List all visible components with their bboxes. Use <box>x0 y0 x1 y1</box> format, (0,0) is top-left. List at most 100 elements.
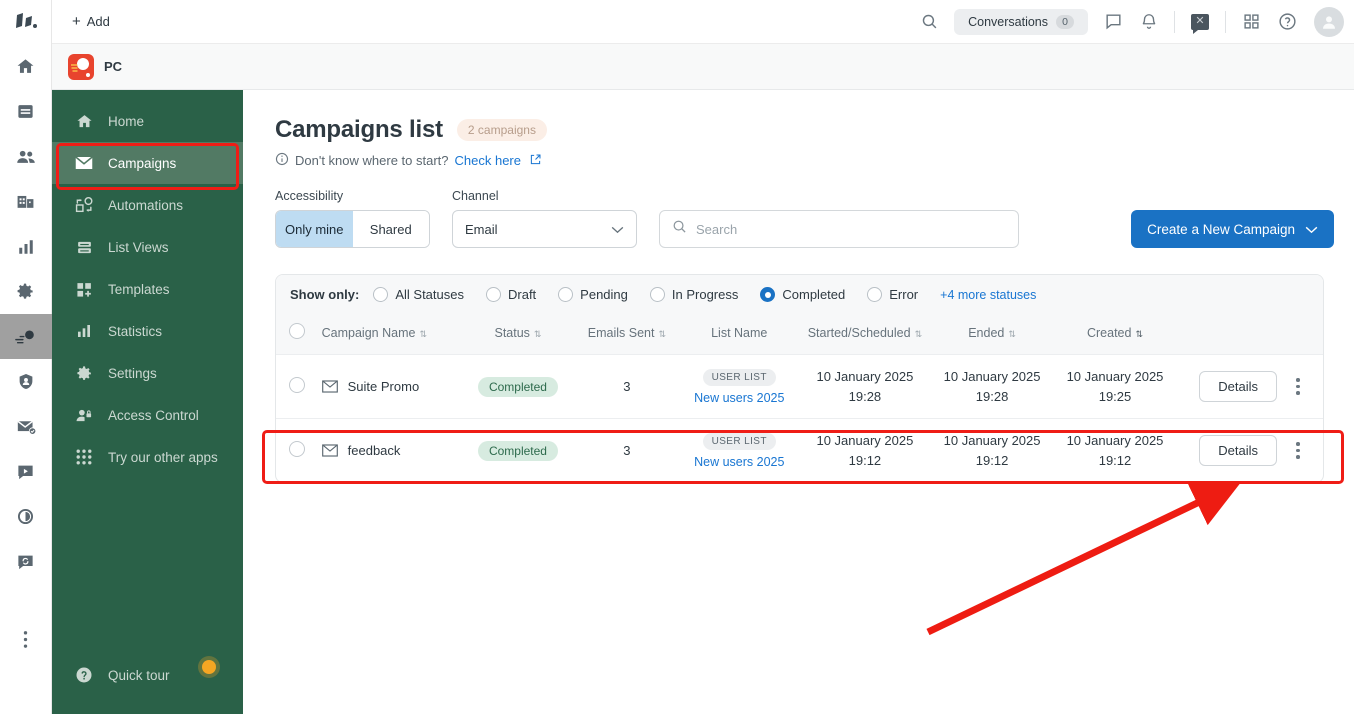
status-option-completed[interactable]: Completed <box>760 287 845 302</box>
status-option-label: In Progress <box>671 287 739 302</box>
create-new-campaign-button[interactable]: Create a New Campaign <box>1131 210 1334 248</box>
cell-campaign-name: Suite Promo <box>318 355 462 419</box>
bell-icon[interactable] <box>1132 5 1166 39</box>
row-checkbox[interactable] <box>288 441 305 457</box>
rail-item-more-vertical-icon[interactable] <box>0 617 52 662</box>
column-header-campaign-name[interactable]: Campaign Name ⇅ <box>317 314 462 355</box>
column-header-status[interactable]: Status ⇅ <box>461 314 575 355</box>
column-label: Emails Sent <box>587 325 655 340</box>
column-header-started-scheduled[interactable]: Started/Scheduled ⇅ <box>798 314 931 355</box>
table-header-row: Campaign Name ⇅ Status ⇅ Emails Sent ⇅ List… <box>276 314 1323 355</box>
column-label: Ended <box>968 325 1005 340</box>
channel-select[interactable]: Email <box>452 210 637 248</box>
cell-ended: 10 January 2025 19:12 <box>931 419 1053 483</box>
list-name-link[interactable]: New users 2025 <box>680 391 799 405</box>
sidebar-item-access-control[interactable]: Access Control <box>52 394 243 436</box>
campaign-name-text[interactable]: Suite Promo <box>348 379 420 394</box>
rail-item-mail-check-icon[interactable] <box>0 404 52 449</box>
rail-item-home-icon[interactable] <box>0 44 52 89</box>
column-label: Status <box>494 325 530 340</box>
accessibility-option-only-mine[interactable]: Only mine <box>276 211 353 247</box>
column-label: Campaign Name <box>321 325 416 340</box>
sidebar-item-home[interactable]: Home <box>52 100 243 142</box>
external-link-icon[interactable] <box>530 153 541 168</box>
conversations-count-badge: 0 <box>1056 14 1074 29</box>
apps-grid-icon[interactable] <box>1234 5 1268 39</box>
list-views-icon <box>74 239 94 256</box>
column-header-ended[interactable]: Ended ⇅ <box>930 314 1054 355</box>
rail-item-chat-refresh-icon[interactable] <box>0 539 52 584</box>
conversations-pill[interactable]: Conversations 0 <box>954 8 1088 35</box>
main-content: Campaigns list 2 campaigns Don't know wh… <box>243 90 1354 714</box>
channel-selected-value: Email <box>465 221 498 237</box>
status-badge: Completed <box>477 376 558 397</box>
sidebar-item-campaigns[interactable]: Campaigns <box>52 142 243 184</box>
rail-item-campaign-comet-icon[interactable] <box>0 314 52 359</box>
check-here-link[interactable]: Check here <box>455 153 521 168</box>
search-box[interactable] <box>659 210 1019 248</box>
rail-item-gear-icon[interactable] <box>0 269 52 314</box>
sidebar-item-automations[interactable]: Automations <box>52 184 243 226</box>
rail-item-pie-chat-icon[interactable] <box>0 494 52 539</box>
details-button[interactable]: Details <box>1199 371 1277 402</box>
chat-bubble-icon[interactable] <box>1096 5 1130 39</box>
rail-item-video-chat-icon[interactable] <box>0 449 52 494</box>
channel-label: Channel <box>452 189 499 203</box>
status-option-error[interactable]: Error <box>867 287 918 302</box>
search-icon <box>672 219 687 239</box>
sort-icon: ⇅ <box>533 328 542 339</box>
row-menu-icon[interactable] <box>1285 442 1311 459</box>
add-button[interactable]: + Add <box>64 10 118 33</box>
toolbar-divider-2 <box>1225 10 1226 33</box>
campaign-name-text[interactable]: feedback <box>348 443 401 458</box>
status-option-label: Completed <box>782 287 846 302</box>
user-avatar[interactable] <box>1314 6 1344 37</box>
search-input[interactable] <box>696 221 1006 237</box>
row-checkbox[interactable] <box>288 377 305 393</box>
grid-dots-icon <box>74 449 94 465</box>
status-option-draft[interactable]: Draft <box>486 287 536 302</box>
rail-item-company-icon[interactable] <box>0 179 52 224</box>
rail-item-analytics-bars-icon[interactable] <box>0 224 52 269</box>
cell-actions: Details <box>1177 419 1323 483</box>
sidebar-item-try-our-other-apps[interactable]: Try our other apps <box>52 436 243 478</box>
sidebar-item-templates[interactable]: Templates <box>52 268 243 310</box>
status-option-all-statuses[interactable]: All Statuses <box>373 287 464 302</box>
accessibility-option-shared[interactable]: Shared <box>352 211 429 247</box>
brand-logo-icon[interactable] <box>0 0 52 44</box>
app-tab-pc[interactable]: PC <box>68 53 123 80</box>
sidebar-item-list-views[interactable]: List Views <box>52 226 243 268</box>
row-menu-icon[interactable] <box>1285 378 1311 395</box>
page-title: Campaigns list <box>275 116 443 143</box>
more-statuses-link[interactable]: +4 more statuses <box>940 288 1036 302</box>
user-lock-icon <box>74 407 94 424</box>
status-option-in-progress[interactable]: In Progress <box>649 287 739 302</box>
cell-emails-sent: 3 <box>623 443 631 458</box>
column-header-emails-sent[interactable]: Emails Sent ⇅ <box>574 314 680 355</box>
table-row[interactable]: feedback Completed 3 USER LIST New users… <box>276 418 1323 483</box>
column-header-created[interactable]: Created ⇅ <box>1053 314 1177 355</box>
cell-campaign-name: feedback <box>318 419 462 483</box>
started-date: 10 January 2025 <box>816 433 914 448</box>
sidebar-item-quick-tour[interactable]: Quick tour <box>52 654 243 696</box>
rail-item-inbox-icon[interactable] <box>0 89 52 134</box>
rail-item-contacts-icon[interactable] <box>0 134 52 179</box>
rail-item-shield-user-icon[interactable] <box>0 359 52 404</box>
details-button[interactable]: Details <box>1199 435 1277 466</box>
cell-created: 10 January 2025 19:25 <box>1053 355 1177 419</box>
list-name-link[interactable]: New users 2025 <box>680 455 799 469</box>
status-badge: Completed <box>477 440 558 461</box>
sidebar-item-settings[interactable]: Settings <box>52 352 243 394</box>
column-label: Started/Scheduled <box>807 325 911 340</box>
sidebar-item-statistics[interactable]: Statistics <box>52 310 243 352</box>
sidebar-item-label: Templates <box>108 281 170 297</box>
help-circle-icon[interactable] <box>1270 5 1304 39</box>
accessibility-filter-group: Accessibility Only mine Shared <box>275 189 430 248</box>
campaigns-table-card: Show only: All Statuses Draft Pending In… <box>275 274 1324 483</box>
search-icon[interactable] <box>912 5 946 39</box>
table-row[interactable]: Suite Promo Completed 3 USER LIST New us… <box>276 354 1323 419</box>
chat-dismiss-icon[interactable]: ✕ <box>1183 5 1217 39</box>
select-all-checkbox[interactable] <box>288 323 305 339</box>
status-option-pending[interactable]: Pending <box>558 287 628 302</box>
app-tab-label: PC <box>104 59 123 74</box>
